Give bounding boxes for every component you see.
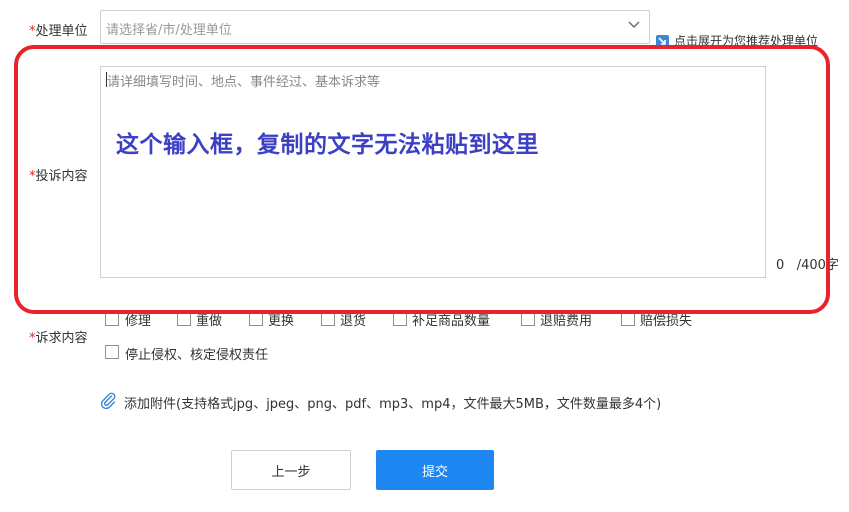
annotation-text: 这个输入框，复制的文字无法粘贴到这里 [116, 132, 539, 158]
demand-option-label: 重做 [196, 314, 223, 329]
demand-option-label: 退赔费用 [540, 314, 593, 329]
demand-checkbox-make-up-quantity[interactable] [393, 312, 407, 326]
demand-checkbox-redo[interactable] [177, 312, 191, 326]
char-count: 0 [776, 258, 785, 273]
previous-step-button[interactable]: 上一步 [231, 450, 351, 490]
char-max: /400字 [796, 258, 839, 273]
demand-checkbox-refund[interactable] [521, 312, 535, 326]
recommend-toggle-icon[interactable] [656, 35, 669, 48]
demand-option-label: 退货 [340, 314, 367, 329]
demand-checkbox-repair[interactable] [105, 312, 119, 326]
add-attachment-link[interactable]: 添加附件(支持格式jpg、jpeg、png、pdf、mp3、mp4，文件最大5M… [124, 393, 661, 412]
demand-option-label: 修理 [125, 314, 152, 329]
content-label-text: 投诉内容 [35, 169, 88, 184]
demand-checkbox-replace[interactable] [249, 312, 263, 326]
demand-checkbox-stop-infringement[interactable] [105, 345, 119, 359]
unit-label-text: 处理单位 [35, 24, 88, 39]
demand-checkbox-compensation[interactable] [621, 312, 635, 326]
unit-field-label: *处理单位 [29, 20, 88, 39]
demand-option-label: 更换 [268, 314, 295, 329]
submit-button[interactable]: 提交 [376, 450, 494, 490]
demand-checkbox-return[interactable] [321, 312, 335, 326]
recommend-unit-link[interactable]: 点击展开为您推荐处理单位 [674, 32, 818, 49]
content-placeholder: 请详细填写时间、地点、事件经过、基本诉求等 [107, 75, 381, 90]
demand-option-label: 赔偿损失 [640, 314, 693, 329]
demand-option-label: 补足商品数量 [412, 314, 491, 329]
chevron-down-icon [628, 21, 640, 28]
char-counter: 0 /400字 [776, 254, 839, 273]
demands-label-text: 诉求内容 [35, 331, 88, 346]
demand-option-label: 停止侵权、核定侵权责任 [125, 348, 269, 363]
unit-select-placeholder: 请选择省/市/处理单位 [106, 23, 232, 38]
content-field-label: *投诉内容 [29, 165, 88, 184]
paperclip-icon[interactable] [99, 391, 117, 409]
complaint-content-textarea[interactable]: 请详细填写时间、地点、事件经过、基本诉求等 [100, 66, 766, 278]
unit-select[interactable]: 请选择省/市/处理单位 [100, 10, 650, 44]
demands-field-label: *诉求内容 [29, 327, 88, 346]
